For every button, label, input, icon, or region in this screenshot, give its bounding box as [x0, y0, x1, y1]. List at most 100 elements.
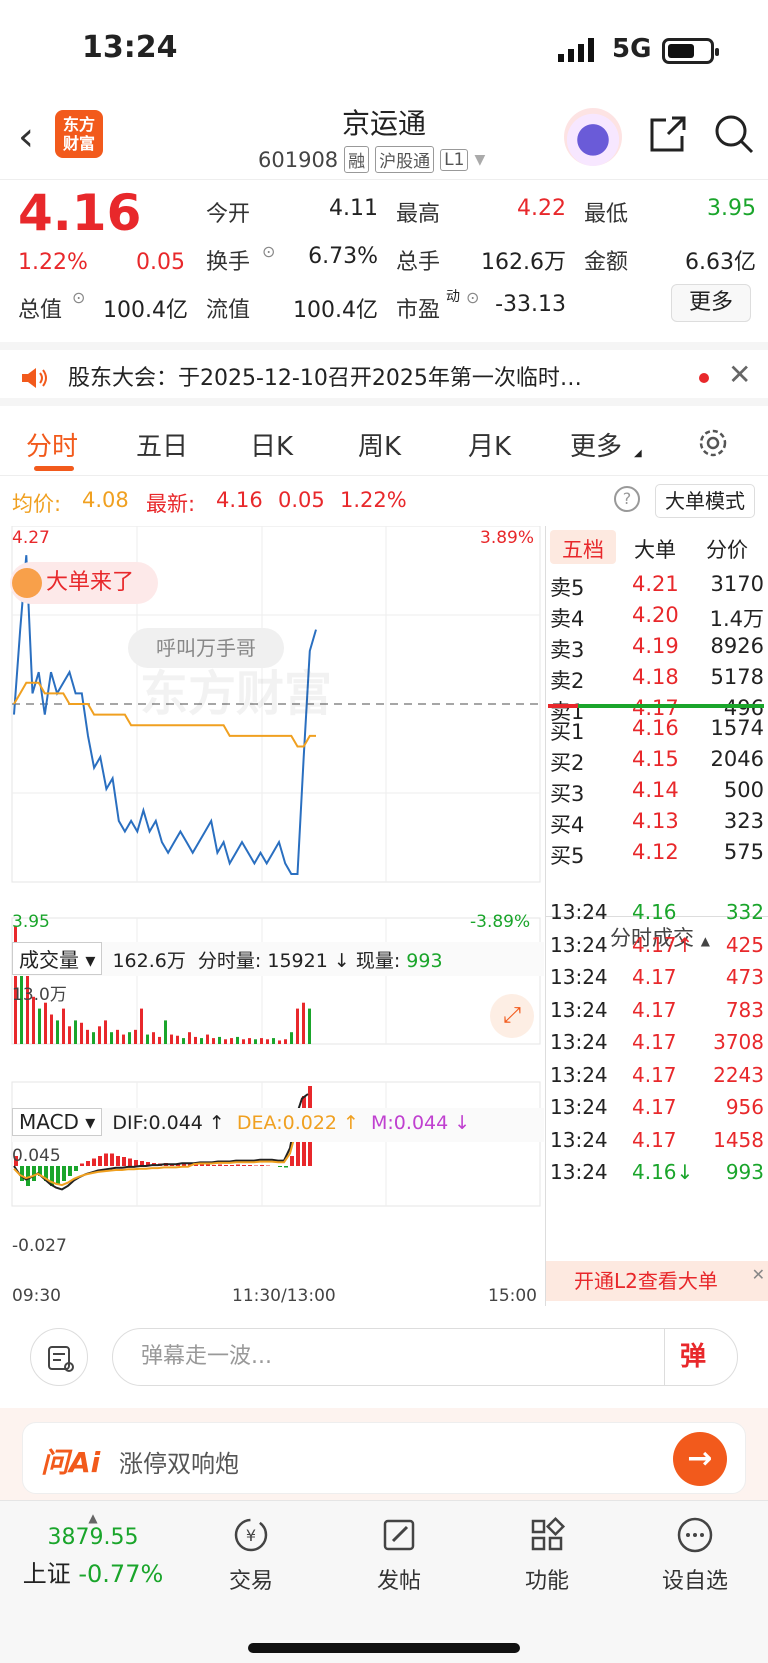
order-book: 五档 大单 分价 卖5 4.21 3170 卖4 4.20 1.4万 卖3 4.…	[545, 526, 768, 1306]
tab-big-order[interactable]: 大单	[634, 534, 676, 564]
tick-price: 4.17	[632, 965, 677, 989]
volume-bar	[302, 1002, 305, 1044]
tick-row: 13:24 4.17 1458	[546, 1128, 764, 1160]
stock-code: 601908	[258, 147, 339, 172]
macd-bar	[92, 1158, 96, 1166]
level-price: 4.12	[632, 840, 679, 864]
nav-post[interactable]: 发帖	[344, 1515, 454, 1595]
macd-select[interactable]: MACD ▾	[12, 1108, 103, 1136]
level-volume: 3170	[710, 572, 764, 596]
notice-bar[interactable]: 股东大会：于2025-12-10召开2025年第一次临时… ✕	[0, 342, 768, 406]
tick-price: 4.17↑	[632, 932, 694, 957]
bid-level[interactable]: 买1 4.16 1574	[546, 716, 764, 748]
level-volume: 2046	[710, 747, 764, 771]
nav-trade[interactable]: ¥ 交易	[196, 1515, 306, 1595]
volume-bar	[116, 1029, 119, 1044]
l2-upsell-banner[interactable]: 开通L2查看大单 ✕	[546, 1261, 768, 1301]
bid-level[interactable]: 买2 4.15 2046	[546, 747, 764, 779]
tab-price-dist[interactable]: 分价	[706, 534, 748, 564]
volume-label: 总手	[396, 250, 441, 275]
help-icon[interactable]: ?	[614, 486, 640, 512]
tab-daily-k[interactable]: 日K	[250, 426, 293, 463]
tick-time: 13:24	[550, 1095, 608, 1119]
tick-time: 13:24	[550, 997, 608, 1022]
turnover-value: 6.73%	[308, 244, 378, 269]
stock-code-row[interactable]: 601908 融 沪股通 L1 ▼	[258, 146, 485, 173]
volume-bar	[206, 1034, 209, 1044]
arrow-right-icon[interactable]: →	[673, 1432, 727, 1486]
tab-weekly-k[interactable]: 周K	[358, 426, 401, 463]
intraday-chart[interactable]: 4.27 3.89% 3.95 -3.89% 大单来了 呼叫万手哥 东方财富 成…	[0, 526, 545, 1306]
level-price: 4.18	[632, 665, 679, 689]
volume-bar	[50, 1014, 53, 1044]
danmaku-list-icon[interactable]	[30, 1328, 88, 1386]
more-button[interactable]: 更多	[671, 284, 751, 322]
big-order-badge[interactable]: 大单来了	[10, 562, 158, 604]
volume-bar	[242, 1039, 245, 1044]
tab-five-day[interactable]: 五日	[136, 426, 188, 463]
close-icon[interactable]: ✕	[728, 358, 751, 391]
tick-volume: 1458	[713, 1127, 764, 1152]
level-price: 4.13	[632, 809, 679, 833]
level-price: 4.16	[632, 716, 679, 740]
tab-five-level[interactable]: 五档	[562, 534, 604, 564]
ask-level[interactable]: 卖3 4.19 8926	[546, 634, 764, 666]
nav-add-watchlist[interactable]: 设自选	[640, 1515, 750, 1595]
high-value: 4.22	[517, 196, 566, 221]
volume-bar	[278, 1040, 281, 1044]
tick-time: 13:24	[550, 900, 608, 924]
status-time: 13:24	[82, 30, 178, 65]
tick-row: 13:24 4.17 473	[546, 965, 764, 997]
latest-value: 4.16	[216, 488, 263, 512]
info-icon[interactable]: ⊙	[466, 288, 479, 307]
settings-icon[interactable]	[696, 426, 730, 460]
macd-header: MACD ▾ DIF:0.044 ↑ DEA:0.022 ↑ M:0.044 ↓	[12, 1108, 544, 1142]
tick-time: 13:24	[550, 1160, 608, 1184]
notice-text: 股东大会：于2025-12-10召开2025年第一次临时…	[68, 366, 582, 391]
macd-bar	[74, 1166, 78, 1171]
level-price: 4.19	[632, 634, 679, 658]
share-icon[interactable]	[646, 112, 690, 156]
volume-bar	[38, 1008, 41, 1044]
level-price: 4.15	[632, 747, 679, 771]
trade-icon: ¥	[234, 1518, 268, 1552]
bid-level[interactable]: 买5 4.12 575	[546, 840, 764, 872]
bid-level[interactable]: 买4 4.13 323	[546, 809, 764, 841]
caret-up-icon: ▲	[88, 1511, 98, 1525]
level-label: 买3	[550, 782, 585, 806]
macd-bottom-label: -0.027	[12, 1236, 67, 1256]
tab-more[interactable]: 更多	[570, 426, 622, 463]
danmaku-input[interactable]: 弹幕走一波...	[112, 1328, 738, 1386]
macd-grid-frame	[11, 1081, 541, 1207]
ask-level[interactable]: 卖5 4.21 3170	[546, 572, 764, 604]
tab-intraday[interactable]: 分时	[26, 426, 78, 463]
bid-level[interactable]: 买3 4.14 500	[546, 778, 764, 810]
total-mv-label: 总值	[18, 298, 63, 323]
index-widget[interactable]: ▲ 3879.55 上证 -0.77%	[18, 1511, 168, 1589]
change-pct: 1.22%	[18, 250, 88, 275]
ask-ai-input[interactable]: 问Ai 涨停双响炮 →	[22, 1422, 746, 1494]
close-icon[interactable]: ✕	[752, 1255, 765, 1295]
ask-level[interactable]: 卖4 4.20 1.4万	[546, 603, 764, 635]
nav-functions[interactable]: 功能	[492, 1515, 602, 1595]
volume-bar	[92, 1032, 95, 1044]
volume-bar	[308, 1008, 311, 1044]
search-icon[interactable]	[712, 112, 756, 156]
avg-label: 均价:	[12, 492, 62, 516]
ai-robot-icon[interactable]	[564, 108, 622, 166]
info-icon[interactable]: ⊙	[262, 242, 275, 261]
volume-bar	[248, 1038, 251, 1044]
level-price: 4.21	[632, 572, 679, 596]
ask-level[interactable]: 卖2 4.18 5178	[546, 665, 764, 697]
big-order-mode-button[interactable]: 大单模式	[655, 484, 755, 518]
info-icon[interactable]: ⊙	[72, 288, 85, 307]
volume-select[interactable]: 成交量 ▾	[12, 942, 103, 975]
expand-icon[interactable]: ⤢	[490, 994, 534, 1038]
volume-bar	[188, 1032, 191, 1044]
avg-value: 4.08	[82, 488, 129, 512]
danmaku-toggle-icon[interactable]: 弹	[680, 1336, 706, 1373]
level-volume: 500	[723, 778, 764, 802]
tab-monthly-k[interactable]: 月K	[468, 426, 511, 463]
volume-bar	[212, 1038, 215, 1044]
m-value: M:0.044 ↓	[371, 1112, 471, 1134]
